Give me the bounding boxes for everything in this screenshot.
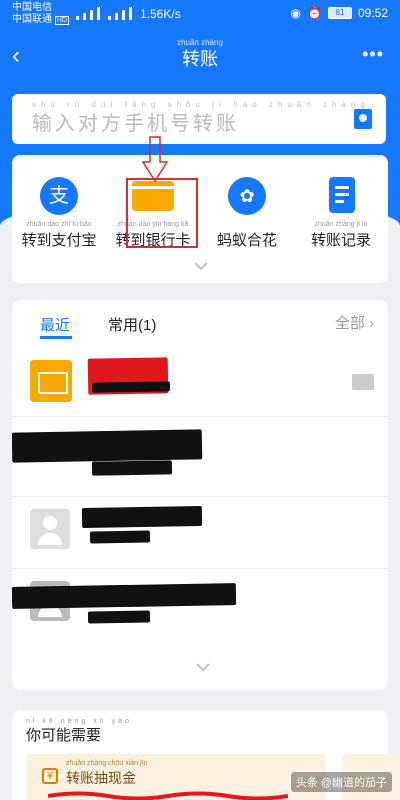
suggest-title: 你可能需要: [26, 727, 102, 744]
chevron-down-icon[interactable]: [196, 660, 210, 674]
clock: 09:52: [357, 6, 388, 20]
alipay-icon: 支: [40, 177, 78, 215]
search-placeholder: 输入对方手机号转账: [32, 113, 239, 135]
bank-icon: [352, 374, 374, 390]
avatar: [30, 509, 70, 549]
watermark: 头条 @幽道的茄子: [290, 772, 392, 792]
redaction-mark: [89, 530, 151, 544]
redaction-mark: [81, 505, 203, 529]
bank-card-avatar: [30, 360, 72, 402]
annotation-arrow-icon: [142, 136, 168, 182]
redaction-mark: [12, 429, 203, 463]
action-to-alipay[interactable]: 支 zhuǎn dào zhī fù bǎo 转到支付宝: [12, 155, 106, 255]
search-pinyin: shū rù duì fāng shǒu jī hào zhuǎn zhàng: [32, 100, 370, 109]
transfer-actions: 支 zhuǎn dào zhī fù bǎo 转到支付宝 zhuǎn dào y…: [12, 155, 388, 283]
action-label: 转账记录: [310, 232, 371, 249]
action-ant-huabei[interactable]: ✿ 蚂蚁合花: [200, 155, 294, 255]
redaction-mark: [12, 583, 237, 609]
view-all-link[interactable]: 全部 ›: [335, 312, 374, 333]
tab-recent[interactable]: 最近: [40, 314, 70, 335]
action-pinyin: zhuǎn zhàng jì lù: [314, 221, 368, 228]
action-transfer-records[interactable]: zhuǎn zhàng jì lù 转账记录: [294, 155, 388, 255]
redaction-mark: [91, 381, 171, 393]
action-label: 转到支付宝: [21, 232, 97, 249]
record-icon: [329, 177, 355, 213]
status-bar: 中国电信 中国联通 HD 1.56K/s ◉ ⏰ 81 09:52: [0, 0, 400, 30]
redaction-mark: [91, 460, 173, 476]
network-speed: 1.56K/s: [140, 7, 181, 21]
tab-common[interactable]: 常用(1): [108, 314, 156, 335]
search-text: shū rù duì fāng shǒu jī hào zhuǎn zhàng …: [32, 100, 370, 137]
more-icon[interactable]: •••: [362, 44, 384, 65]
promo-title: 转账抽现金: [66, 770, 136, 786]
signal-icon: [76, 7, 132, 20]
alarm-icon: ⏰: [307, 6, 322, 20]
nav-header: ‹ zhuǎn zhàng 转账 •••: [0, 38, 400, 76]
list-item[interactable]: [12, 416, 388, 496]
status-right: ◉ ⏰ 81 09:52: [291, 6, 388, 20]
recent-contacts-card: 最近 常用(1) 全部 ›: [12, 300, 388, 690]
action-label: 蚂蚁合花: [216, 232, 277, 249]
redaction-mark: [87, 610, 151, 624]
title-pinyin: zhuǎn zhàng: [177, 38, 223, 47]
gift-icon: ¥: [42, 768, 58, 784]
battery-icon: 81: [327, 7, 352, 19]
contacts-icon[interactable]: [354, 109, 372, 129]
ant-icon: ✿: [228, 177, 266, 215]
carrier-2: 中国联通: [12, 14, 52, 25]
chevron-down-icon[interactable]: [194, 259, 208, 273]
carrier-1: 中国电信: [12, 2, 52, 13]
list-item[interactable]: [12, 568, 388, 648]
eye-icon: ◉: [290, 6, 302, 20]
tab-underline: [40, 336, 72, 339]
page-title: 转账: [182, 49, 218, 69]
action-pinyin: zhuǎn dào zhī fù bǎo: [26, 221, 92, 228]
annotation-highlight-box: [126, 178, 198, 248]
hd-badge: HD: [54, 16, 69, 25]
phone-search-input[interactable]: shū rù duì fāng shǒu jī hào zhuǎn zhàng …: [12, 94, 386, 144]
redaction-mark: [48, 791, 288, 800]
promo-pinyin: zhuǎn zhàng chōu xiàn jīn: [66, 760, 148, 767]
page-title-wrap: zhuǎn zhàng 转账: [0, 38, 400, 70]
carrier-info: 中国电信 中国联通 HD: [12, 2, 69, 27]
list-item[interactable]: [12, 496, 388, 576]
